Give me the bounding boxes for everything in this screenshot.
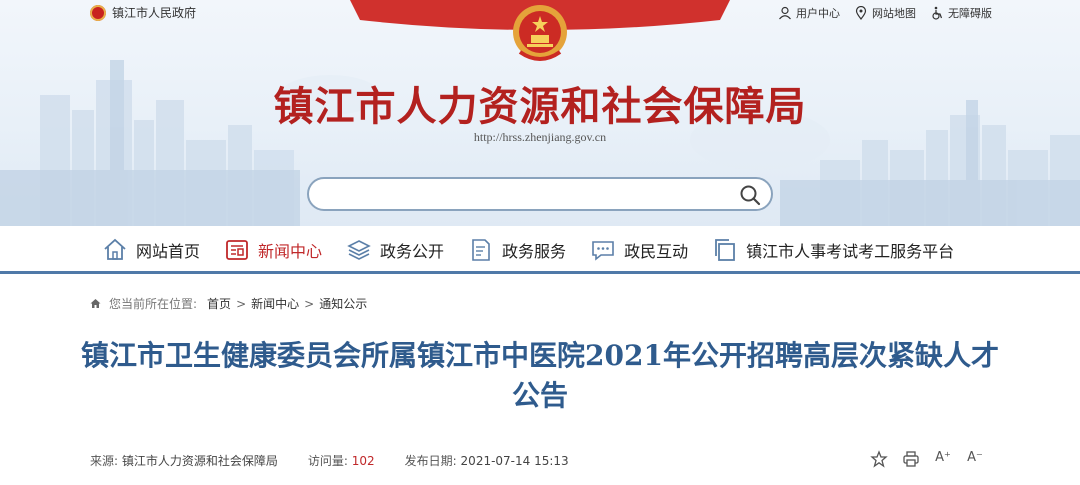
- site-title: 镇江市人力资源和社会保障局: [273, 83, 807, 130]
- gov-link-label: 镇江市人民政府: [112, 6, 197, 20]
- home-icon: [104, 238, 126, 260]
- search-box: [307, 177, 773, 211]
- source-value: 镇江市人力资源和社会保障局: [121, 454, 278, 468]
- national-emblem-icon: [513, 5, 567, 61]
- article-tools: A⁺ A⁻: [870, 450, 984, 468]
- site-map-label: 网站地图: [872, 7, 916, 20]
- date-value: 2021-07-14 15:13: [460, 454, 569, 468]
- document-edit-icon: [472, 239, 490, 261]
- nav-item-label: 政民互动: [624, 242, 689, 261]
- chat-icon: [592, 241, 614, 261]
- views-field: 访问量: 102: [308, 452, 375, 469]
- location-pin-icon: [855, 6, 867, 20]
- search-icon[interactable]: [739, 184, 761, 206]
- wheelchair-icon: [932, 6, 943, 20]
- source-label: 来源:: [90, 454, 119, 468]
- nav-item-label: 新闻中心: [258, 242, 323, 261]
- nav-item-exam-platform[interactable]: 镇江市人事考试考工服务平台: [712, 226, 954, 274]
- user-center-label: 用户中心: [796, 7, 840, 20]
- date-label: 发布日期:: [404, 454, 457, 468]
- article-title: 镇江市卫生健康委员会所属镇江市中医院2021年公开招聘高层次紧缺人才公告: [81, 339, 999, 412]
- views-label: 访问量:: [307, 454, 348, 468]
- breadcrumb-prefix: 您当前所在位置:: [109, 297, 198, 311]
- breadcrumb-link-home[interactable]: 首页: [207, 295, 231, 312]
- accessibility-label: 无障碍版: [948, 7, 992, 20]
- user-center-link[interactable]: 用户中心: [778, 5, 840, 21]
- site-url: http://hrss.zhenjiang.gov.cn: [473, 130, 607, 144]
- home-icon: [90, 299, 101, 308]
- breadcrumb-separator: >: [236, 296, 247, 311]
- search-input[interactable]: [325, 185, 725, 203]
- breadcrumb-separator: >: [304, 296, 315, 311]
- nav-item-label: 政务公开: [380, 242, 445, 261]
- font-decrease-button[interactable]: A⁻: [966, 450, 984, 468]
- source-field: 来源: 镇江市人力资源和社会保障局: [90, 452, 278, 469]
- national-emblem-icon: [90, 4, 106, 21]
- nav-item-label: 镇江市人事考试考工服务平台: [746, 242, 955, 261]
- print-icon[interactable]: [902, 450, 920, 468]
- nav-item-home[interactable]: 网站首页: [102, 226, 200, 274]
- news-icon: [226, 240, 248, 260]
- main-nav: 网站首页 新闻中心 政务公开 政务服务 政民互动 镇江市人事考试考工服务平台: [0, 226, 1080, 274]
- nav-item-gov-affairs[interactable]: 政务公开: [346, 226, 444, 274]
- font-increase-button[interactable]: A⁺: [934, 450, 952, 468]
- nav-item-label: 政务服务: [502, 242, 567, 261]
- nav-item-label: 网站首页: [136, 242, 201, 261]
- views-count: 102: [351, 454, 375, 468]
- nav-item-gov-services[interactable]: 政务服务: [468, 226, 566, 274]
- nav-item-interaction[interactable]: 政民互动: [590, 226, 688, 274]
- date-field: 发布日期: 2021-07-14 15:13: [405, 452, 569, 469]
- breadcrumb: 您当前所在位置: 首页 > 新闻中心 > 通知公示: [90, 295, 367, 312]
- user-icon: [779, 6, 791, 20]
- site-map-link[interactable]: 网站地图: [854, 5, 916, 21]
- breadcrumb-link-news[interactable]: 新闻中心: [251, 295, 299, 312]
- gov-home-link[interactable]: 镇江市人民政府: [90, 4, 196, 21]
- layers-icon: [347, 240, 371, 260]
- accessibility-link[interactable]: 无障碍版: [930, 5, 992, 21]
- copy-icon: [715, 239, 735, 261]
- nav-item-news[interactable]: 新闻中心: [224, 226, 322, 274]
- star-icon[interactable]: [870, 450, 888, 468]
- article-meta: 来源: 镇江市人力资源和社会保障局 访问量: 102 发布日期: 2021-07…: [90, 452, 569, 469]
- breadcrumb-link-notices[interactable]: 通知公示: [319, 295, 367, 312]
- site-header: 镇江市人民政府 用户中心 网站地图 无障碍版 镇江市人力资源和社会保障局 htt…: [0, 0, 1080, 226]
